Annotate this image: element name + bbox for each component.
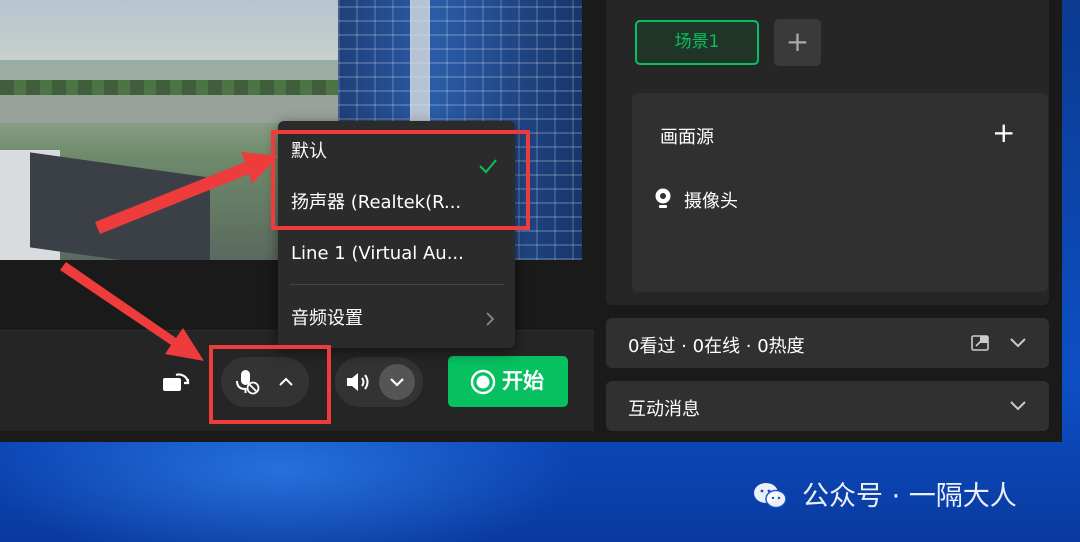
watermark-text: 公众号 · 一隔大人 (802, 481, 1017, 512)
camera-icon (654, 187, 674, 211)
live-app-window: 开始 场景1 + 画面源 + 摄像头 0看过 · 0在线 · 0热度 互动消息 (0, 0, 1062, 442)
speaker-button-group[interactable] (335, 357, 423, 407)
chevron-down-icon[interactable] (1008, 395, 1028, 419)
highlight-box-menu (271, 130, 530, 230)
speaker-icon[interactable] (345, 369, 373, 395)
chevron-down-icon[interactable] (379, 364, 415, 400)
messages-title: 互动消息 (628, 399, 700, 420)
speaker-chevron-button[interactable] (379, 364, 415, 400)
start-label: 开始 (502, 369, 544, 393)
add-source-button[interactable]: + (992, 119, 1015, 147)
stats-text: 0看过 · 0在线 · 0热度 (628, 336, 805, 357)
source-panel: 画面源 + 摄像头 (632, 93, 1048, 292)
popout-icon[interactable] (970, 332, 992, 354)
wechat-icon (752, 480, 788, 512)
menu-divider (290, 284, 504, 285)
add-scene-button[interactable]: + (774, 19, 821, 66)
scene-area: 场景1 + 画面源 + 摄像头 (606, 0, 1049, 305)
menu-item-audio-settings[interactable]: 音频设置 (278, 294, 515, 344)
messages-bar[interactable]: 互动消息 (606, 381, 1049, 431)
record-icon (470, 369, 496, 395)
menu-item-line1[interactable]: Line 1 (Virtual Au... (278, 229, 515, 279)
rotate-icon[interactable] (160, 369, 192, 395)
start-live-button[interactable]: 开始 (448, 356, 568, 407)
highlight-box-mic (209, 345, 331, 424)
source-title: 画面源 (660, 127, 714, 148)
chevron-down-icon[interactable] (1008, 332, 1028, 356)
stats-bar[interactable]: 0看过 · 0在线 · 0热度 (606, 318, 1049, 368)
chevron-right-icon (484, 294, 496, 364)
right-panel: 场景1 + 画面源 + 摄像头 0看过 · 0在线 · 0热度 互动消息 (594, 0, 1062, 442)
scene-tab-1[interactable]: 场景1 (635, 20, 759, 65)
source-item-label: 摄像头 (684, 191, 738, 212)
